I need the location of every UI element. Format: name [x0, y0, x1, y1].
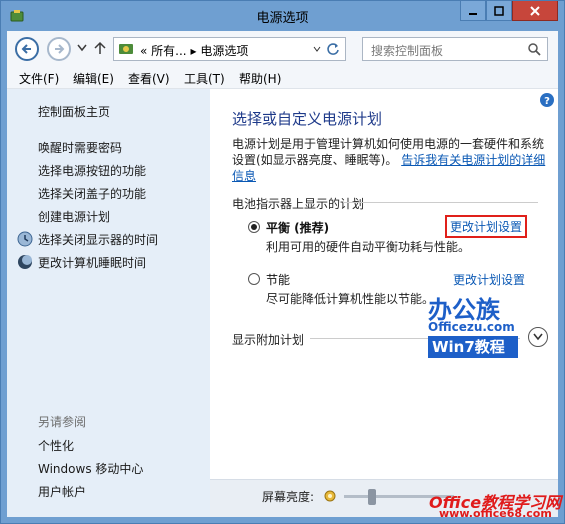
- see-also-heading: 另请参阅: [38, 415, 87, 429]
- page-description: 电源计划是用于管理计算机如何使用电源的一套硬件和系统设置(如显示器亮度、睡眠等)…: [232, 136, 552, 184]
- title-bar: 电源选项: [1, 1, 564, 31]
- breadcrumb-item-all[interactable]: 所有...: [151, 44, 186, 58]
- help-icon[interactable]: ?: [540, 93, 554, 107]
- minimize-button[interactable]: [460, 1, 486, 21]
- sidebar-item-user-accounts[interactable]: 用户帐户: [38, 483, 86, 500]
- chevron-down-icon: [533, 333, 543, 341]
- plan-saver-desc: 尽可能降低计算机性能以节能。: [266, 292, 435, 306]
- section-divider: [343, 202, 538, 203]
- menu-file[interactable]: 文件(F): [19, 70, 59, 87]
- sidebar-item-create-plan[interactable]: 创建电源计划: [38, 208, 110, 225]
- plan-saver-radio[interactable]: [248, 273, 260, 285]
- search-icon[interactable]: [528, 43, 541, 56]
- watermark-url: Officezu.com: [428, 320, 515, 334]
- breadcrumb: « 所有... ▸ 电源选项: [140, 42, 248, 59]
- sidebar-item-personalization[interactable]: 个性化: [38, 437, 74, 454]
- back-button[interactable]: [15, 37, 39, 61]
- close-icon: [530, 5, 540, 16]
- sidebar: 控制面板主页 唤醒时需要密码 选择电源按钮的功能 选择关闭盖子的功能 创建电源计…: [7, 89, 210, 517]
- recent-pages-icon[interactable]: [77, 44, 87, 52]
- main-content: ? 选择或自定义电源计划 电源计划是用于管理计算机如何使用电源的一套硬件和系统设…: [210, 89, 558, 517]
- breadcrumb-overflow[interactable]: «: [140, 44, 147, 58]
- battery-section-title: 电池指示器上显示的计划: [232, 197, 365, 211]
- navigation-bar: « 所有... ▸ 电源选项 搜索控制面板: [7, 31, 558, 67]
- plan-balanced-desc: 利用可用的硬件自动平衡功耗与性能。: [266, 240, 471, 254]
- plan-saver-name[interactable]: 节能: [266, 271, 290, 288]
- sidebar-item-wake-password[interactable]: 唤醒时需要密码: [38, 139, 122, 156]
- close-button[interactable]: [512, 1, 558, 21]
- menu-edit[interactable]: 编辑(E): [73, 70, 114, 87]
- breadcrumb-item-power[interactable]: 电源选项: [200, 44, 248, 58]
- svg-text:?: ?: [544, 96, 550, 107]
- arrow-left-icon: [21, 44, 31, 54]
- plan-balanced-radio[interactable]: [248, 221, 260, 233]
- expand-plans-button[interactable]: [528, 327, 548, 347]
- refresh-icon[interactable]: [326, 42, 340, 56]
- page-title: 选择或自定义电源计划: [232, 110, 383, 128]
- monitor-clock-icon: [17, 231, 33, 247]
- control-panel-icon: [119, 44, 133, 54]
- minimize-icon: [469, 12, 477, 15]
- forward-button[interactable]: [47, 37, 71, 61]
- menu-view[interactable]: 查看(V): [128, 70, 170, 87]
- sidebar-item-home[interactable]: 控制面板主页: [38, 103, 110, 120]
- menu-tools[interactable]: 工具(T): [184, 70, 225, 87]
- sidebar-item-mobility-center[interactable]: Windows 移动中心: [38, 460, 143, 477]
- window: 电源选项 « 所有... ▸ 电源选项 搜索控制面板 文件(F) 编辑(E) 查…: [0, 0, 565, 524]
- watermark-office68: Office教程学习网 www.office68.com: [429, 489, 561, 520]
- brightness-slider-thumb[interactable]: [367, 489, 376, 505]
- sidebar-item-sleep-time[interactable]: 更改计算机睡眠时间: [38, 254, 146, 271]
- maximize-button[interactable]: [486, 1, 512, 21]
- watermark-bottom-url: www.office68.com: [439, 507, 552, 520]
- address-bar[interactable]: « 所有... ▸ 电源选项: [113, 37, 346, 61]
- extra-plans-title: 显示附加计划: [232, 333, 305, 347]
- menu-bar: 文件(F) 编辑(E) 查看(V) 工具(T) 帮助(H): [7, 67, 558, 89]
- sidebar-item-lid-close[interactable]: 选择关闭盖子的功能: [38, 185, 146, 202]
- arrow-right-icon: [55, 44, 65, 54]
- maximize-icon: [494, 5, 504, 16]
- search-box[interactable]: 搜索控制面板: [362, 37, 548, 61]
- sun-icon: [324, 490, 336, 502]
- brightness-label: 屏幕亮度:: [262, 490, 315, 504]
- plan-balanced-change-link[interactable]: 更改计划设置: [445, 215, 528, 238]
- chevron-down-icon[interactable]: [313, 46, 321, 52]
- watermark-sub: Win7教程: [428, 336, 518, 358]
- search-placeholder: 搜索控制面板: [371, 44, 444, 58]
- sidebar-item-power-button[interactable]: 选择电源按钮的功能: [38, 162, 146, 179]
- plan-balanced-name[interactable]: 平衡 (推荐): [266, 219, 329, 236]
- moon-icon: [18, 255, 32, 269]
- breadcrumb-separator: ▸: [190, 44, 197, 58]
- plan-saver-change-link[interactable]: 更改计划设置: [453, 271, 525, 288]
- sidebar-item-display-off[interactable]: 选择关闭显示器的时间: [38, 231, 158, 248]
- up-arrow-icon[interactable]: [93, 40, 107, 56]
- menu-help[interactable]: 帮助(H): [239, 70, 281, 87]
